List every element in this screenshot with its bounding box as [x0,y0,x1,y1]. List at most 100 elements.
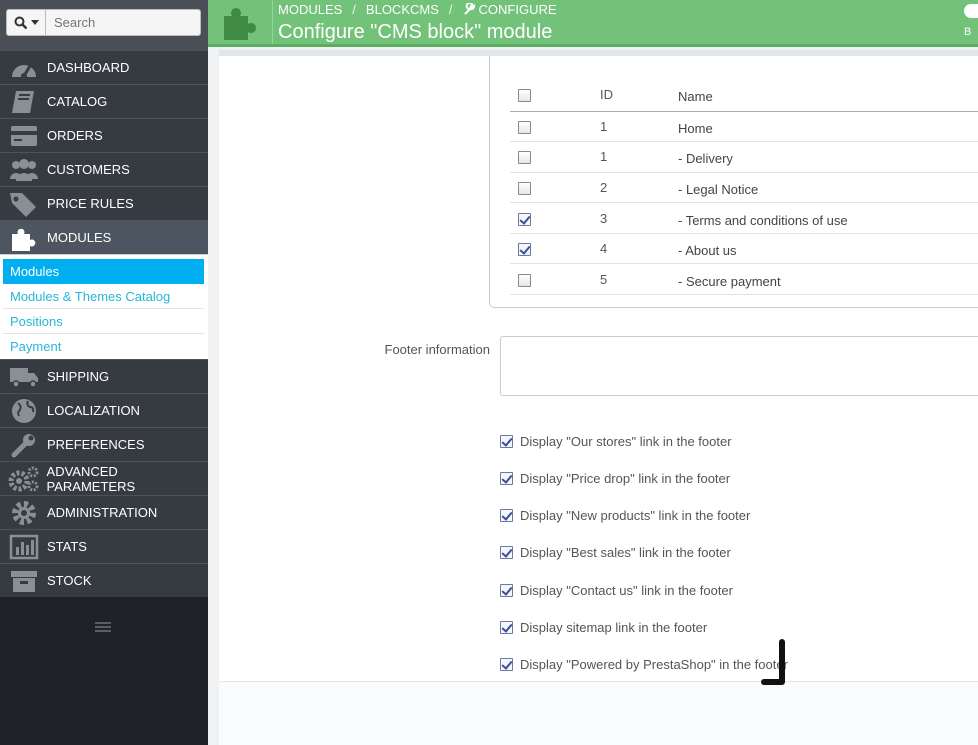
footer-option[interactable]: Display "Powered by PrestaShop" in the f… [500,656,788,672]
option-label: Display "Price drop" link in the footer [520,470,731,486]
sidebar-item-catalog[interactable]: CATALOG [0,84,208,118]
row-id: 4 [600,241,608,257]
table-row: 2 - Legal Notice [510,172,978,203]
sidebar-item-customers[interactable]: CUSTOMERS [0,152,208,186]
puzzle-icon [5,221,43,255]
option-checkbox[interactable] [500,545,513,559]
sidebar-item-label: ADVANCED PARAMETERS [46,463,136,494]
wrench-icon [463,3,475,15]
footer-option[interactable]: Display sitemap link in the footer [500,619,707,635]
row-name: - About us [678,243,737,259]
truck-icon [5,360,43,394]
table-row: 3 - Terms and conditions of use [510,203,978,234]
breadcrumb-blockcms[interactable]: BLOCKCMS [366,2,439,17]
row-checkbox[interactable] [518,243,531,257]
globe-icon [5,394,43,428]
breadcrumb-modules[interactable]: MODULES [278,2,342,17]
page-header: MODULES / BLOCKCMS / CONFIGURE Configure… [208,0,978,47]
sidebar-item-label: LOCALIZATION [47,403,140,418]
footer-option[interactable]: Display "New products" link in the foote… [500,507,750,523]
cms-pages-box: ID Name 1 Home 1 - Delivery 2 - Legal Notice 3… [489,56,978,308]
option-checkbox[interactable] [500,434,513,448]
row-checkbox[interactable] [518,273,531,287]
sidebar-item-label: ORDERS [47,128,103,143]
footer-option[interactable]: Display "Contact us" link in the footer [500,582,733,598]
sidebar-item-advanced-parameters[interactable]: ADVANCED PARAMETERS [0,461,208,495]
archive-icon [5,564,43,598]
row-checkbox[interactable] [518,212,531,226]
credit-card-icon [5,119,43,153]
option-checkbox[interactable] [500,620,513,634]
main-nav-lower: SHIPPING LOCALIZATION PREFERENCES ADVANCED … [0,359,208,597]
footer-option[interactable]: Display "Price drop" link in the footer [500,470,730,486]
header-action-button[interactable]: B [964,4,978,42]
sidebar-item-stock[interactable]: STOCK [0,563,208,597]
row-checkbox[interactable] [518,120,531,134]
tags-icon [5,187,43,221]
search-icon [14,16,27,29]
submenu-item-positions[interactable]: Positions [3,309,204,334]
breadcrumb-separator: / [352,2,356,17]
row-checkbox[interactable] [518,182,531,196]
option-checkbox[interactable] [500,583,513,597]
sidebar-item-label: STOCK [47,573,92,588]
sidebar-item-price-rules[interactable]: PRICE RULES [0,186,208,220]
gear-icon [5,496,43,530]
option-label: Display sitemap link in the footer [520,619,708,635]
column-header-name: Name [678,88,713,104]
table-row: 5 - Secure payment [510,264,978,295]
footer-option[interactable]: Display "Our stores" link in the footer [500,433,732,449]
submenu-item-modules-themes-catalog[interactable]: Modules & Themes Catalog [3,284,204,309]
sidebar-item-orders[interactable]: ORDERS [0,118,208,152]
row-name: - Delivery [678,151,733,167]
row-id: 2 [600,179,608,195]
option-label: Display "Our stores" link in the footer [520,433,732,449]
row-id: 1 [600,118,608,134]
sidebar-item-label: CATALOG [47,94,108,109]
page-title: Configure "CMS block" module [278,21,553,43]
option-checkbox[interactable] [500,471,513,485]
select-all-checkbox[interactable] [518,88,531,102]
sidebar: DASHBOARD CATALOG ORDERS CUSTOMERS PRICE RUL… [0,0,208,745]
row-checkbox[interactable] [518,151,531,165]
option-checkbox[interactable] [500,508,513,522]
wrench-icon [5,428,43,462]
sidebar-item-localization[interactable]: LOCALIZATION [0,393,208,427]
option-checkbox[interactable] [500,657,513,671]
sidebar-item-administration[interactable]: ADMINISTRATION [0,495,208,529]
footer-information-textarea[interactable] [500,336,978,396]
sidebar-item-dashboard[interactable]: DASHBOARD [0,50,208,84]
header-action-label: B [964,26,972,38]
bar-chart-icon [5,530,43,564]
puzzle-icon [224,7,256,40]
option-label: Display "Powered by PrestaShop" in the f… [520,656,788,672]
sidebar-item-preferences[interactable]: PREFERENCES [0,427,208,461]
breadcrumb-separator: / [448,2,453,17]
search-input[interactable] [46,9,201,36]
sidebar-item-modules[interactable]: MODULES [0,220,208,254]
footer-option[interactable]: Display "Best sales" link in the footer [500,544,731,560]
sidebar-item-label: DASHBOARD [47,60,130,75]
row-name: - Terms and conditions of use [678,212,848,228]
table-row: 4 - About us [510,233,978,264]
config-panel: ID Name 1 Home 1 - Delivery 2 - Legal Notice 3… [219,50,978,682]
collapse-menu-icon[interactable] [95,622,111,634]
search-type-button[interactable] [6,9,46,36]
breadcrumb: MODULES / BLOCKCMS / CONFIGURE [278,2,557,17]
table-row: 1 Home [510,111,978,142]
sidebar-item-stats[interactable]: STATS [0,529,208,563]
submenu-item-modules[interactable]: Modules [3,259,204,284]
option-label: Display "Best sales" link in the footer [520,544,731,560]
column-header-id: ID [600,86,613,102]
row-id: 3 [600,210,608,226]
sidebar-item-shipping[interactable]: SHIPPING [0,359,208,393]
submenu-item-payment[interactable]: Payment [3,334,204,359]
users-icon [5,153,43,187]
main-nav: DASHBOARD CATALOG ORDERS CUSTOMERS PRICE RUL… [0,50,208,363]
gears-icon [5,462,43,496]
row-name: - Secure payment [678,273,781,289]
table-row: 1 - Delivery [510,142,978,173]
search-bar [0,0,208,50]
caret-down-icon [30,19,39,25]
breadcrumb-configure-label: CONFIGURE [478,2,557,17]
